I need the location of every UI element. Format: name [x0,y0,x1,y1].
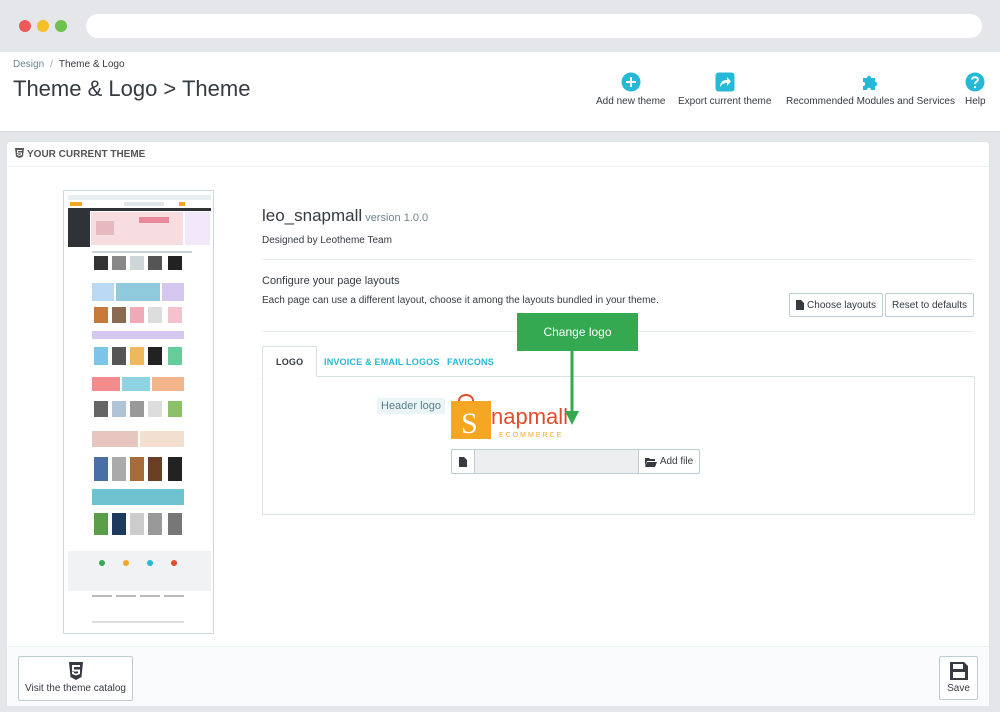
arrow-down-icon [565,351,579,425]
breadcrumb-current: Theme & Logo [58,59,125,70]
close-window-dot[interactable] [19,20,31,32]
theme-name-text: leo_snapmall [262,206,363,225]
minimize-window-dot[interactable] [37,20,49,32]
theme-version: version 1.0.0 [365,212,429,224]
change-logo-callout-text: Change logo [543,325,612,339]
breadcrumb: Design / Theme & Logo [13,59,125,70]
logo-tab-content [262,376,975,515]
logo-letter: S [461,407,478,440]
page-title: Theme & Logo > Theme [13,76,251,101]
file-name-field[interactable] [475,450,638,473]
theme-name: leo_snapmall version 1.0.0 [262,206,428,226]
tab-invoice-email-logos[interactable]: INVOICE & EMAIL LOGOS [311,346,453,377]
layouts-title: Configure your page layouts [262,275,400,287]
tab-logo-label: LOGO [276,356,304,367]
file-icon [796,300,805,310]
choose-layouts-button[interactable]: Choose layouts [789,293,883,317]
puzzle-icon [863,75,878,90]
header-logo-label: Header logo [377,398,445,414]
choose-layouts-label: Choose layouts [807,299,876,311]
help-label: Help [965,96,986,107]
panel-footer: Visit the theme catalog Save [7,646,989,706]
visit-theme-catalog-button[interactable]: Visit the theme catalog [18,656,133,701]
plus-circle-icon [621,72,641,92]
save-button[interactable]: Save [939,656,978,700]
add-file-label: Add file [659,456,694,467]
add-file-button[interactable]: Add file [638,450,699,473]
logo-subtitle: ECOMMERCE [499,432,563,439]
theme-preview-graphic [64,191,213,633]
browser-chrome [0,0,1000,52]
share-icon [715,72,735,92]
export-theme-label: Export current theme [678,96,772,107]
tab-invoice-label: INVOICE & EMAIL LOGOS [324,356,440,367]
page-header: Design / Theme & Logo Theme & Logo > Theme… [0,52,1000,132]
visit-theme-catalog-label: Visit the theme catalog [25,683,126,694]
file-icon [452,450,475,473]
logo-brand-text: napmall [491,404,568,429]
reset-defaults-label: Reset to defaults [891,299,968,311]
layouts-description: Each page can use a different layout, ch… [262,295,659,306]
change-logo-callout: Change logo [517,313,638,351]
panel-heading: YOUR CURRENT THEME [7,142,989,167]
address-bar[interactable] [86,14,982,38]
recommended-modules-button[interactable]: Recommended Modules and Services [786,72,955,107]
maximize-window-dot[interactable] [55,20,67,32]
question-circle-icon [965,72,985,92]
theme-author: Designed by Leotheme Team [262,235,392,246]
add-new-theme-label: Add new theme [596,96,666,107]
panel-heading-text: YOUR CURRENT THEME [27,149,146,160]
folder-open-icon [644,457,657,467]
add-new-theme-button[interactable]: Add new theme [596,72,666,107]
html5-icon [68,662,83,680]
help-button[interactable]: Help [965,72,986,107]
save-disk-icon [949,662,968,680]
save-label: Save [947,683,970,694]
recommended-modules-label: Recommended Modules and Services [786,96,955,107]
html5-icon [15,148,24,158]
tab-logo[interactable]: LOGO [262,346,318,377]
divider [262,259,974,260]
tab-favicons[interactable]: FAVICONS [434,346,507,377]
current-theme-panel: YOUR CURRENT THEME leo_snapmall version … [6,141,990,706]
tab-favicons-label: FAVICONS [447,356,494,367]
breadcrumb-parent[interactable]: Design [13,59,44,70]
theme-preview-image [63,190,214,634]
reset-defaults-button[interactable]: Reset to defaults [885,293,974,317]
export-theme-button[interactable]: Export current theme [678,72,771,107]
logo-file-input[interactable]: Add file [451,449,700,474]
